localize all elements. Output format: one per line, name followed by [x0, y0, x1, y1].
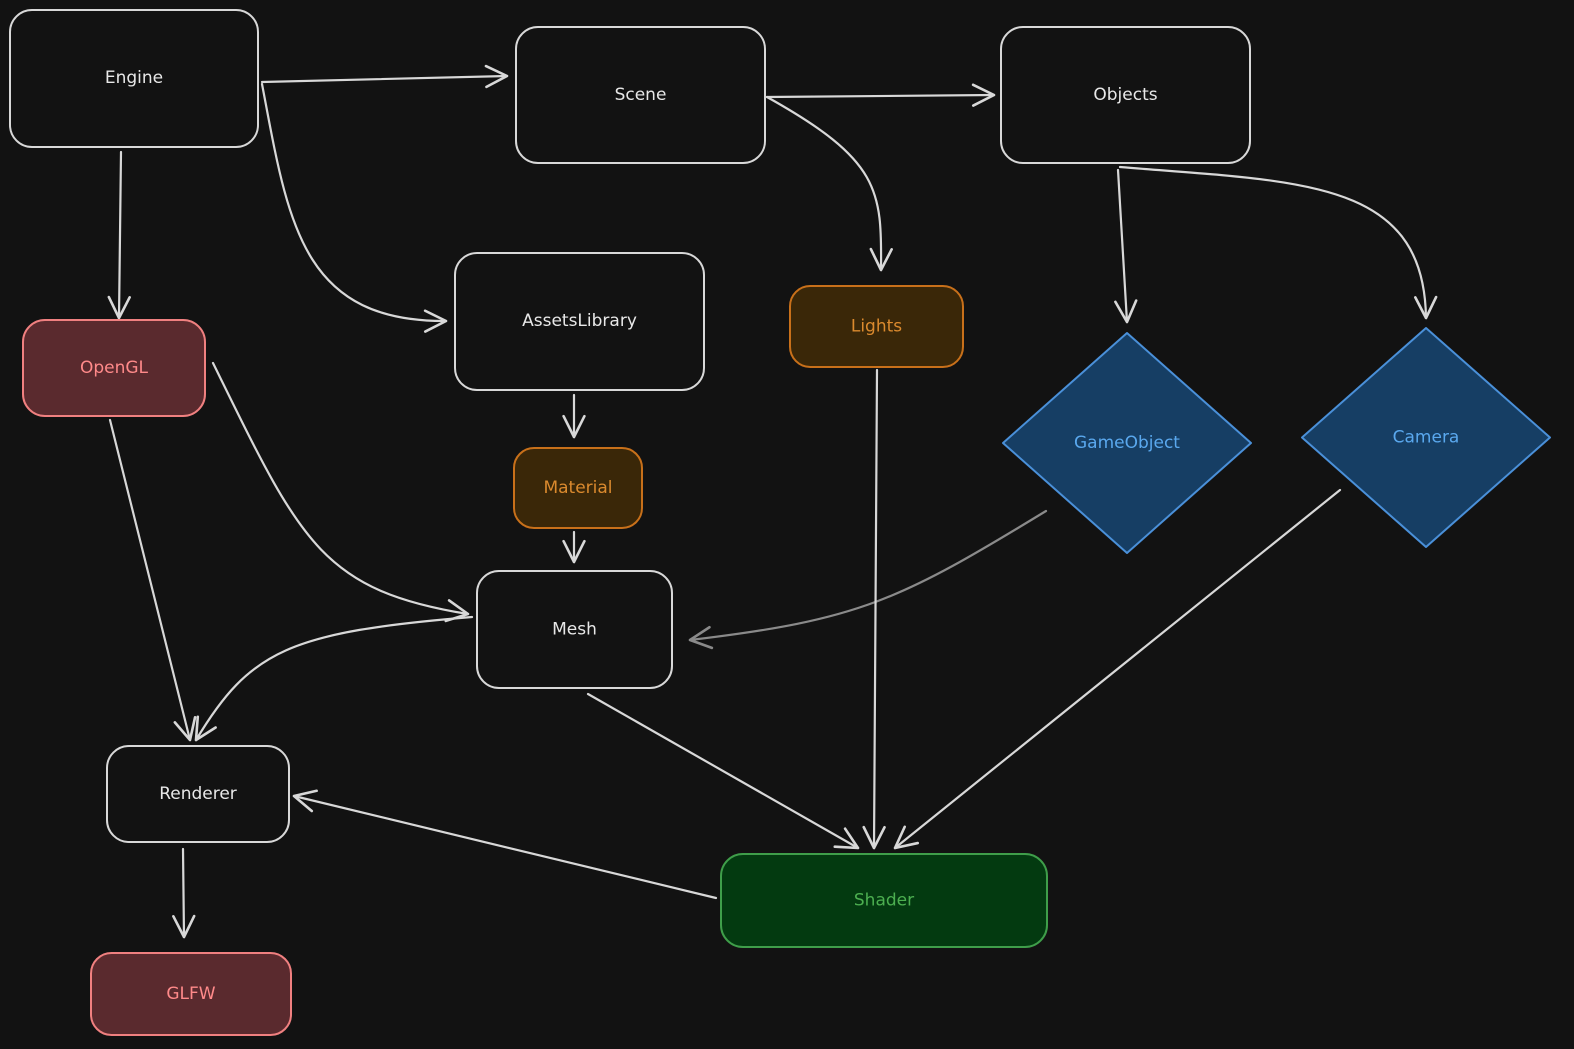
node-mesh[interactable]: Mesh [476, 570, 673, 689]
node-lights[interactable]: Lights [789, 285, 964, 368]
node-material[interactable]: Material [513, 447, 643, 529]
node-scene[interactable]: Scene [515, 26, 766, 164]
node-label: Objects [1093, 85, 1157, 105]
node-label: GameObject [1074, 433, 1180, 453]
node-engine[interactable]: Engine [9, 9, 259, 148]
node-shader[interactable]: Shader [720, 853, 1048, 948]
node-label: Renderer [159, 784, 237, 804]
node-label: Shader [854, 891, 914, 911]
edge-renderer-to-glfw[interactable] [172, 847, 196, 939]
node-assets[interactable]: AssetsLibrary [454, 252, 705, 391]
node-label: Lights [851, 317, 902, 337]
node-renderer[interactable]: Renderer [106, 745, 290, 843]
node-label: OpenGL [80, 358, 149, 378]
node-label: Camera [1393, 428, 1460, 448]
node-label: Engine [105, 68, 163, 88]
node-objects[interactable]: Objects [1000, 26, 1251, 164]
node-glfw[interactable]: GLFW [90, 952, 292, 1036]
node-label: Material [543, 478, 612, 498]
node-label: GLFW [166, 984, 215, 1004]
diagram-canvas: Engine Scene Objects AssetsLibrary Lights Ope… [0, 0, 1574, 1049]
node-label: Mesh [552, 620, 597, 640]
node-opengl[interactable]: OpenGL [22, 319, 206, 417]
node-label: Scene [615, 85, 667, 105]
node-label: AssetsLibrary [522, 311, 637, 331]
